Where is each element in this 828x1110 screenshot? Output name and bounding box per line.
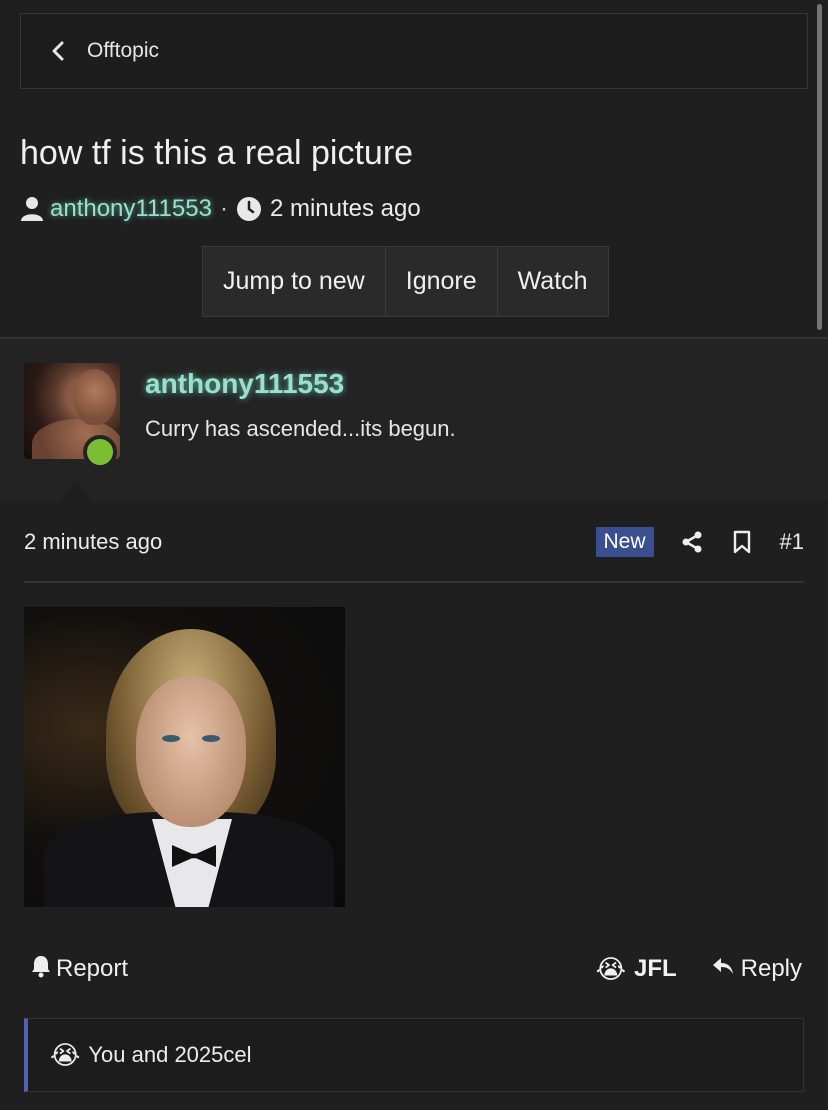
post-meta: 2 minutes ago New #1 (24, 522, 804, 562)
header-pointer (60, 479, 92, 501)
reply-arrow-icon (711, 955, 735, 984)
divider (24, 581, 804, 583)
meta-separator: · (219, 195, 228, 222)
online-status-indicator (83, 435, 117, 469)
share-icon[interactable] (680, 530, 704, 554)
thread-meta: anthony111553 · 2 minutes ago (20, 192, 421, 226)
bell-icon (30, 954, 52, 985)
crying-laughing-emoji-icon: 😭 (595, 954, 626, 984)
breadcrumb-label: Offtopic (87, 39, 159, 62)
post-time[interactable]: 2 minutes ago (24, 529, 162, 555)
post-image[interactable] (24, 607, 345, 907)
reply-label: Reply (740, 955, 802, 982)
breadcrumb[interactable]: Offtopic (20, 13, 808, 89)
reaction-button[interactable]: 😭 JFL (596, 955, 677, 983)
jump-to-new-button[interactable]: Jump to new (203, 247, 386, 316)
reactions-text: You and 2025cel (88, 1042, 252, 1067)
user-icon (20, 196, 44, 222)
watch-button[interactable]: Watch (498, 247, 608, 316)
reaction-label: JFL (633, 955, 677, 982)
thread-actions: Jump to new Ignore Watch (202, 246, 609, 317)
reactions-summary[interactable]: 😭 You and 2025cel (24, 1018, 804, 1092)
scrollbar[interactable] (817, 4, 822, 330)
crying-laughing-emoji-icon: 😭 (50, 1040, 81, 1070)
thread-title: how tf is this a real picture (20, 134, 414, 172)
post-author-link[interactable]: anthony111553 (145, 368, 344, 400)
ignore-button[interactable]: Ignore (386, 247, 498, 316)
post-author-status: Curry has ascended...its begun. (145, 416, 456, 441)
thread-time: 2 minutes ago (269, 195, 421, 222)
post-footer: Report 😭 JFL Reply (30, 950, 802, 988)
new-badge: New (595, 527, 654, 557)
chevron-left-icon (51, 40, 69, 62)
post-number-link[interactable]: #1 (780, 529, 804, 555)
bookmark-icon[interactable] (730, 530, 754, 554)
clock-icon (236, 196, 262, 222)
report-button[interactable]: Report (30, 954, 128, 985)
thread-author-link[interactable]: anthony111553 (50, 195, 212, 223)
reply-button[interactable]: Reply (711, 955, 802, 984)
report-label: Report (56, 955, 129, 982)
